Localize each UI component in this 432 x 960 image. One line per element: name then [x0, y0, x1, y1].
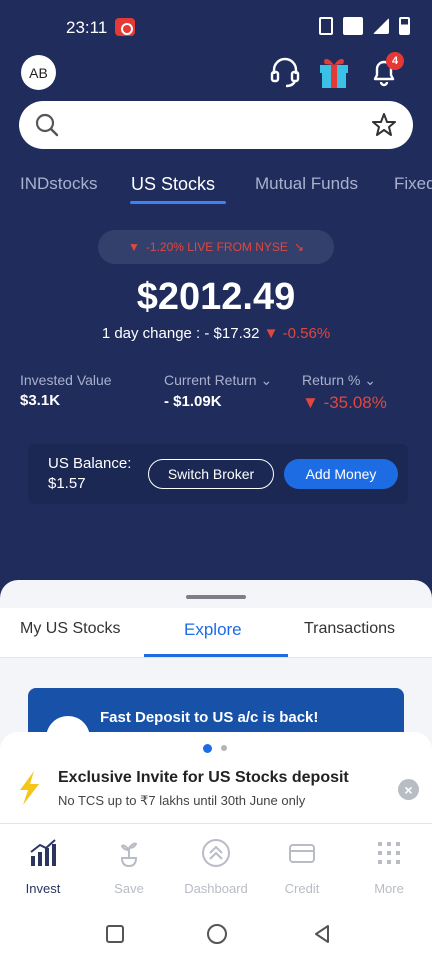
invite-title: Exclusive Invite for US Stocks deposit [58, 769, 349, 786]
sheet-tabs: My US Stocks Explore Transactions [0, 608, 432, 658]
portfolio-total-value: $2012.49 [136, 276, 296, 318]
switch-broker-button[interactable]: Switch Broker [148, 459, 274, 489]
live-text: -1.20% LIVE FROM NYSE [145, 240, 288, 254]
portfolio-header: 23:11 AB 4 INDstocks US Stocks Mutual Fu… [0, 0, 432, 600]
invested-stat: Invested Value $3.1K [20, 372, 112, 409]
gift-icon[interactable] [317, 53, 351, 89]
status-bar: 23:11 [0, 0, 432, 56]
recents-button[interactable] [106, 925, 124, 943]
tab-explore[interactable]: Explore [184, 620, 242, 640]
search-input[interactable] [75, 113, 355, 137]
tab-us-stocks[interactable]: US Stocks [131, 174, 215, 195]
tab-mutual-funds[interactable]: Mutual Funds [255, 174, 358, 194]
tab-indstocks[interactable]: INDstocks [20, 174, 97, 194]
nav-credit[interactable]: Credit [259, 838, 345, 896]
search-icon [35, 113, 59, 137]
invite-subtitle: No TCS up to ₹7 lakhs until 30th June on… [58, 793, 306, 808]
screen-record-icon [115, 18, 135, 36]
nav-more-label: More [374, 881, 404, 896]
dashboard-icon [202, 839, 230, 867]
invite-card[interactable]: Exclusive Invite for US Stocks deposit N… [0, 732, 432, 824]
back-button[interactable] [312, 924, 332, 944]
return-percent-stat[interactable]: Return % ⌄ ▼ -35.08% [302, 372, 387, 413]
headset-icon[interactable] [268, 55, 302, 89]
home-button[interactable] [207, 924, 227, 944]
lightning-bolt-icon [20, 771, 39, 805]
chevron-down-icon: ⌄ [364, 372, 376, 388]
down-triangle-icon: ▼ [128, 240, 140, 254]
balance-label: US Balance: [48, 455, 132, 472]
current-return-value: - $1.09K [164, 393, 222, 410]
day-change: 1 day change : - $17.32 ▼ -0.56% [0, 325, 432, 342]
carousel-dot [221, 745, 227, 751]
nav-invest[interactable]: Invest [0, 838, 86, 896]
nav-more[interactable]: More [346, 838, 432, 896]
search-bar[interactable] [19, 101, 413, 149]
system-icons [319, 17, 410, 35]
balance-value: $1.57 [48, 475, 86, 492]
close-icon[interactable]: × [398, 779, 419, 800]
tab-my-us-stocks[interactable]: My US Stocks [20, 620, 120, 638]
add-money-button[interactable]: Add Money [284, 459, 398, 489]
star-icon[interactable] [370, 111, 398, 139]
system-navigation-bar [0, 902, 432, 960]
current-return-stat[interactable]: Current Return ⌄ - $1.09K [164, 372, 272, 410]
save-plant-icon [120, 842, 138, 868]
active-sheet-tab-indicator [144, 654, 288, 657]
nav-save-label: Save [114, 881, 144, 896]
notification-badge: 4 [386, 52, 404, 70]
bottom-navigation: Invest Save Dashboard Credit More [0, 824, 432, 902]
chevron-down-icon: ⌄ [260, 372, 273, 388]
nav-credit-label: Credit [284, 881, 320, 896]
signal-icon [373, 18, 389, 34]
avatar[interactable]: AB [21, 55, 56, 90]
active-tab-indicator [130, 201, 226, 204]
day-change-amount: 1 day change : - $17.32 [101, 325, 260, 342]
sheet-drag-handle[interactable] [186, 595, 246, 599]
promo-title: Fast Deposit to US a/c is back! [100, 709, 319, 726]
nav-save[interactable]: Save [86, 838, 172, 896]
current-return-label: Current Return ⌄ [164, 372, 273, 388]
return-percent-value: ▼ -35.08% [302, 393, 387, 412]
return-percent-label: Return % ⌄ [302, 372, 376, 388]
day-change-percent: -0.56% [282, 325, 331, 342]
battery-icon [399, 17, 410, 35]
down-triangle-icon: ▼ [302, 393, 319, 412]
trend-down-icon: ↘ [293, 240, 304, 254]
us-balance-card: US Balance: $1.57 Switch Broker Add Mone… [28, 444, 408, 504]
nav-invest-label: Invest [25, 881, 61, 896]
tab-fixed[interactable]: Fixed [394, 174, 432, 194]
carousel-dot-active [203, 744, 212, 753]
market-tabs: INDstocks US Stocks Mutual Funds Fixed [0, 170, 432, 210]
status-time: 23:11 [66, 18, 108, 37]
tab-transactions[interactable]: Transactions [304, 620, 395, 638]
live-status-pill: ▼ -1.20% LIVE FROM NYSE ↘ [98, 230, 334, 264]
grid-dots-icon [378, 842, 400, 864]
credit-card-icon [289, 844, 315, 863]
nav-dashboard[interactable]: Dashboard [173, 838, 259, 896]
volte-icon [343, 17, 363, 35]
down-triangle-icon: ▼ [263, 325, 279, 342]
invested-value: $3.1K [20, 392, 61, 409]
invest-chart-icon [30, 839, 56, 866]
invested-label: Invested Value [20, 372, 112, 388]
nav-dashboard-label: Dashboard [184, 881, 248, 896]
vibrate-icon [319, 17, 333, 35]
